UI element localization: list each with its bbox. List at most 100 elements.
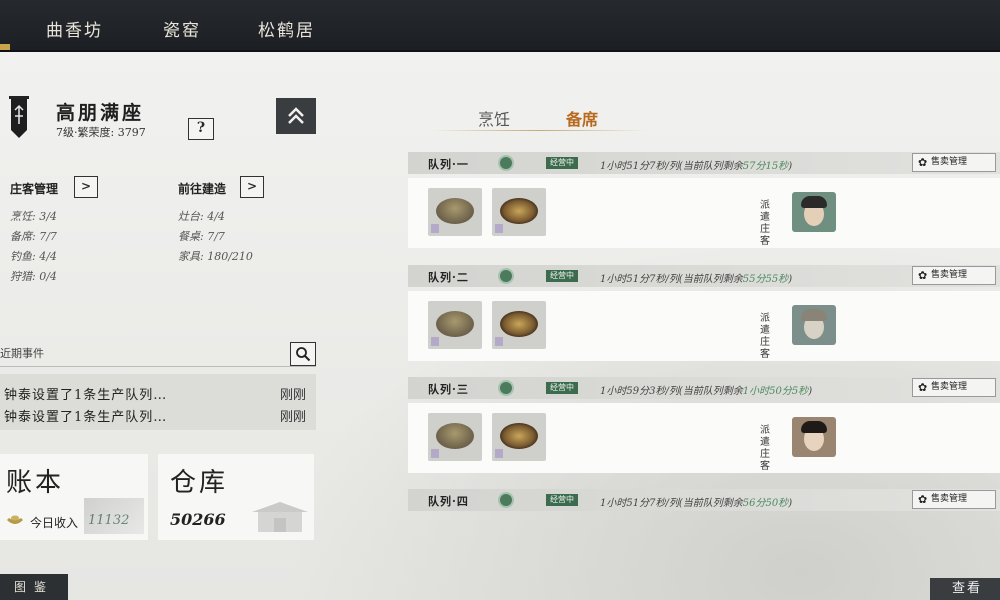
income-label: 今日收入 bbox=[30, 516, 79, 530]
manage-workers-label: 庄客管理 bbox=[10, 182, 59, 196]
dish-slot-plate[interactable] bbox=[492, 188, 546, 236]
queue-timer-close: ) bbox=[808, 386, 813, 397]
sell-management-button[interactable]: ✿ 售卖管理 bbox=[912, 490, 996, 509]
dish-slot-plate[interactable] bbox=[492, 413, 546, 461]
queue-timer-text: 1小时51分7秒/列(当前队列剩余 bbox=[600, 498, 743, 509]
view-button[interactable]: 查看 bbox=[930, 578, 1000, 600]
stat-fishing: 钓鱼: 4/4 bbox=[10, 250, 57, 263]
rarity-tag bbox=[495, 449, 503, 458]
active-tab-accent bbox=[0, 44, 10, 50]
double-chevron-up-icon bbox=[288, 107, 304, 124]
stat-furniture: 家具: 180/210 bbox=[178, 250, 253, 263]
tab-cooking[interactable]: 烹饪 bbox=[478, 106, 510, 130]
go-build-label: 前往建造 bbox=[178, 182, 227, 196]
queue-name: 队列·三 bbox=[428, 383, 469, 396]
top-tab-bar: 曲香坊 瓷窑 松鹤居 bbox=[0, 0, 1000, 52]
tab-quxiangfang[interactable]: 曲香坊 bbox=[46, 16, 103, 41]
ledger-title: 账本 bbox=[6, 468, 65, 498]
queue-timer-text: 1小时59分3秒/列(当前队列剩余 bbox=[600, 386, 743, 397]
rarity-tag bbox=[431, 337, 439, 346]
estate-level-prosperity: 7级·繁荣度: 3797 bbox=[56, 126, 146, 139]
sell-management-label: 售卖管理 bbox=[931, 157, 968, 167]
recent-events-label: 近期事件 bbox=[0, 347, 44, 360]
book-decoration bbox=[84, 498, 144, 534]
dish-slot-bowl[interactable] bbox=[428, 301, 482, 349]
queue-header: 队列·三 经营中 1小时59分3秒/列(当前队列剩余1小时50分5秒) ✿ 售卖管理 bbox=[408, 377, 1000, 399]
events-list[interactable]: 钟泰设置了1条生产队列… 刚刚 钟泰设置了1条生产队列… 刚刚 bbox=[0, 374, 316, 430]
queue-timer: 1小时51分7秒/列(当前队列剩余56分50秒) bbox=[600, 494, 792, 509]
bowl-icon bbox=[436, 311, 474, 337]
queue-status-badge: 经营中 bbox=[546, 270, 578, 282]
stat-cooking: 烹饪: 3/4 bbox=[10, 210, 57, 223]
queue-status-icon bbox=[498, 268, 514, 284]
queue-remaining: 56分50秒 bbox=[742, 498, 789, 509]
search-icon bbox=[296, 347, 311, 362]
dish-slot-bowl[interactable] bbox=[428, 413, 482, 461]
dish-icon bbox=[500, 423, 538, 449]
worker-avatar[interactable] bbox=[792, 305, 836, 345]
manage-workers-button[interactable]: > bbox=[74, 176, 98, 198]
collapse-button[interactable] bbox=[276, 98, 316, 134]
queue-name: 队列·二 bbox=[428, 271, 469, 284]
queue-timer-text: 1小时51分7秒/列(当前队列剩余 bbox=[600, 274, 743, 285]
event-text: 钟泰设置了1条生产队列… bbox=[4, 388, 168, 403]
collection-button[interactable]: 图鉴 bbox=[0, 574, 68, 600]
queue-name: 队列·四 bbox=[428, 495, 469, 508]
search-button[interactable] bbox=[290, 342, 316, 366]
rarity-tag bbox=[431, 224, 439, 233]
sell-management-button[interactable]: ✿ 售卖管理 bbox=[912, 378, 996, 397]
dish-icon bbox=[500, 311, 538, 337]
queue-header: 队列·一 经营中 1小时51分7秒/列(当前队列剩余57分15秒) ✿ 售卖管理 bbox=[408, 152, 1000, 174]
dish-slot-bowl[interactable] bbox=[428, 188, 482, 236]
stat-banquet: 备席: 7/7 bbox=[10, 230, 57, 243]
sell-management-label: 售卖管理 bbox=[931, 382, 968, 392]
tab-songheju[interactable]: 松鹤居 bbox=[258, 16, 315, 41]
event-time: 刚刚 bbox=[279, 410, 306, 425]
worker-avatar[interactable] bbox=[792, 417, 836, 457]
queue-timer-close: ) bbox=[788, 161, 793, 172]
tab-ciyao[interactable]: 瓷窑 bbox=[163, 16, 201, 41]
go-build-button[interactable]: > bbox=[240, 176, 264, 198]
stat-stove: 灶台: 4/4 bbox=[178, 210, 225, 223]
gear-icon: ✿ bbox=[918, 381, 928, 394]
stat-table: 餐桌: 7/7 bbox=[178, 230, 225, 243]
events-divider bbox=[0, 366, 316, 367]
dish-slot-plate[interactable] bbox=[492, 301, 546, 349]
queue-name: 队列·一 bbox=[428, 158, 469, 171]
warehouse-card[interactable]: 仓库 50266 bbox=[158, 454, 314, 540]
queue-body: 派遣庄客 bbox=[408, 178, 1000, 248]
estate-title: 高朋满座 bbox=[56, 102, 145, 124]
sell-management-button[interactable]: ✿ 售卖管理 bbox=[912, 153, 996, 172]
queue-remaining: 57分15秒 bbox=[742, 161, 789, 172]
tab-banquet-prep[interactable]: 备席 bbox=[566, 106, 598, 130]
gear-icon: ✿ bbox=[918, 493, 928, 506]
queue-status-icon bbox=[498, 380, 514, 396]
ledger-card[interactable]: 账本 今日收入 11132 bbox=[0, 454, 148, 540]
rarity-tag bbox=[431, 449, 439, 458]
assign-worker-label: 派遣庄客 bbox=[760, 425, 772, 472]
event-time: 刚刚 bbox=[279, 388, 306, 403]
queue-status-badge: 经营中 bbox=[546, 382, 578, 394]
queue-header: 队列·二 经营中 1小时51分7秒/列(当前队列剩余55分55秒) ✿ 售卖管理 bbox=[408, 265, 1000, 287]
queue-status-badge: 经营中 bbox=[546, 157, 578, 169]
stat-hunting: 狩猎: 0/4 bbox=[10, 270, 57, 283]
warehouse-value: 50266 bbox=[170, 510, 226, 529]
sell-management-button[interactable]: ✿ 售卖管理 bbox=[912, 266, 996, 285]
coin-ingot-icon bbox=[7, 515, 23, 524]
queue-status-icon bbox=[498, 492, 514, 508]
rarity-tag bbox=[495, 337, 503, 346]
worker-avatar[interactable] bbox=[792, 192, 836, 232]
gear-icon: ✿ bbox=[918, 156, 928, 169]
queue-header: 队列·四 经营中 1小时51分7秒/列(当前队列剩余56分50秒) ✿ 售卖管理 bbox=[408, 489, 1000, 511]
dish-icon bbox=[500, 198, 538, 224]
warehouse-building-icon bbox=[252, 502, 308, 532]
queue-body: 派遣庄客 bbox=[408, 403, 1000, 473]
assign-worker-label: 派遣庄客 bbox=[760, 200, 772, 247]
event-text: 钟泰设置了1条生产队列… bbox=[4, 410, 168, 425]
queue-remaining: 1小时50分5秒 bbox=[742, 386, 809, 397]
queue-timer: 1小时59分3秒/列(当前队列剩余1小时50分5秒) bbox=[600, 382, 812, 397]
gear-icon: ✿ bbox=[918, 269, 928, 282]
rarity-tag bbox=[495, 224, 503, 233]
queue-body: 派遣庄客 bbox=[408, 291, 1000, 361]
help-button[interactable]: ? bbox=[188, 118, 214, 140]
